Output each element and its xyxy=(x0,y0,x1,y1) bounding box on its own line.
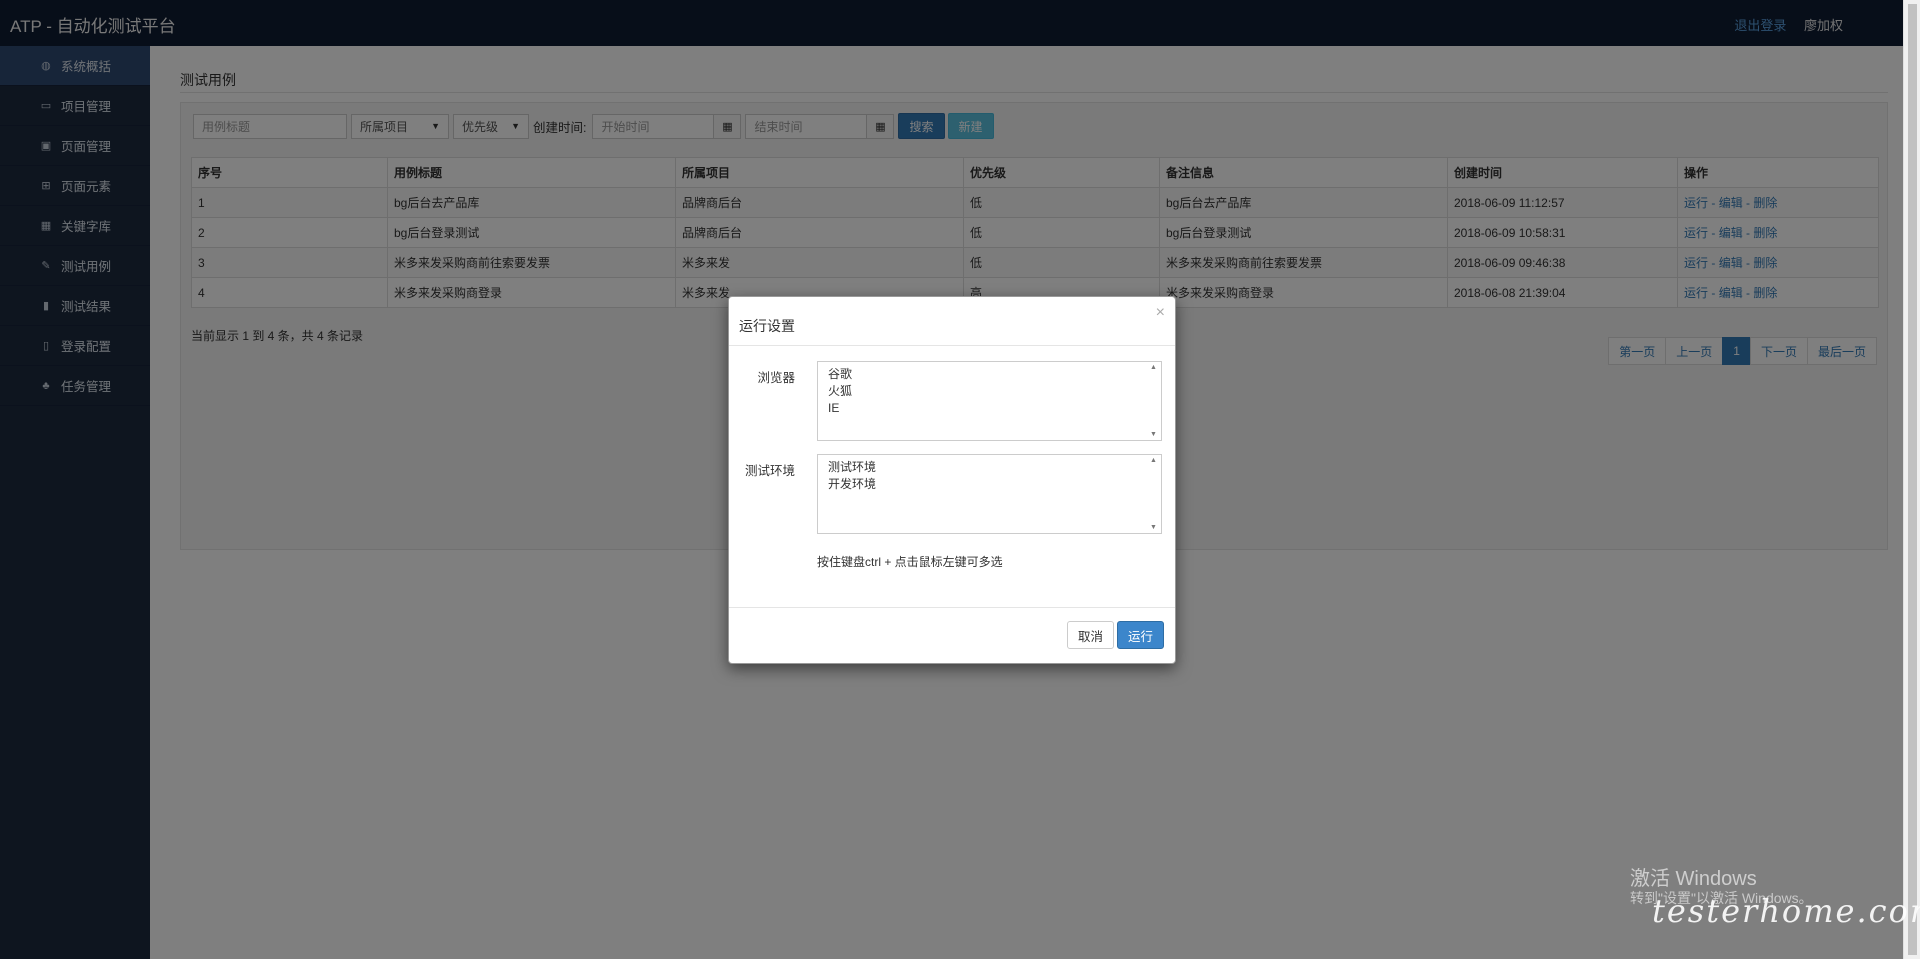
env-option[interactable]: 开发环境 xyxy=(818,476,1161,493)
env-multiselect[interactable]: 测试环境 开发环境 ▲ ▼ xyxy=(817,454,1162,534)
listbox-scrollbar[interactable]: ▲ ▼ xyxy=(1147,455,1161,533)
browser-options: 谷歌 火狐 IE xyxy=(818,362,1161,417)
scrollbar-thumb[interactable] xyxy=(1908,4,1917,955)
modal-title: 运行设置 xyxy=(739,318,795,334)
scroll-down-icon[interactable]: ▼ xyxy=(1150,524,1157,531)
run-button[interactable]: 运行 xyxy=(1117,621,1165,649)
scroll-up-icon[interactable]: ▲ xyxy=(1150,364,1157,371)
env-option[interactable]: 测试环境 xyxy=(818,459,1161,476)
windows-activation-watermark: 激活 Windows xyxy=(1630,868,1757,890)
modal-footer-divider xyxy=(729,607,1175,608)
multiselect-hint: 按住键盘ctrl + 点击鼠标左键可多选 xyxy=(817,555,1003,569)
env-options: 测试环境 开发环境 xyxy=(818,455,1161,493)
cancel-button[interactable]: 取消 xyxy=(1067,621,1115,649)
page-scrollbar[interactable] xyxy=(1903,0,1920,959)
modal-header: 运行设置 × xyxy=(729,297,1175,346)
browser-option[interactable]: 火狐 xyxy=(818,383,1161,400)
close-icon[interactable]: × xyxy=(1156,304,1165,322)
scroll-down-icon[interactable]: ▼ xyxy=(1150,431,1157,438)
run-settings-modal: 运行设置 × 浏览器 谷歌 火狐 IE ▲ ▼ 测试环境 测试环境 开发环境 ▲ xyxy=(728,296,1176,664)
browser-option[interactable]: IE xyxy=(818,400,1161,417)
scroll-up-icon[interactable]: ▲ xyxy=(1150,457,1157,464)
browser-multiselect[interactable]: 谷歌 火狐 IE ▲ ▼ xyxy=(817,361,1162,441)
browser-option[interactable]: 谷歌 xyxy=(818,366,1161,383)
listbox-scrollbar[interactable]: ▲ ▼ xyxy=(1147,362,1161,440)
env-label: 测试环境 xyxy=(744,464,795,478)
site-watermark: testerhome.com xyxy=(1652,892,1920,930)
browser-label: 浏览器 xyxy=(757,371,795,385)
